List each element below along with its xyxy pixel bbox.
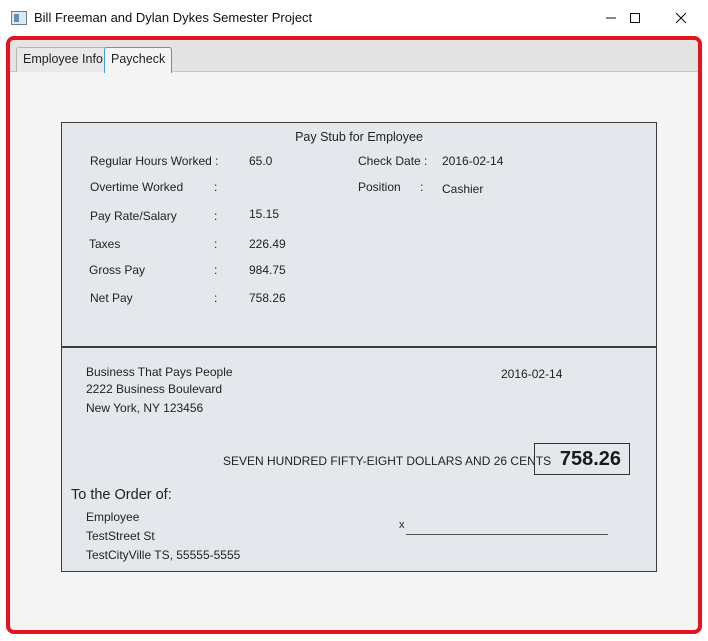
net-pay-label: Net Pay xyxy=(90,291,133,305)
taxes-label: Taxes xyxy=(89,237,121,251)
app-window-icon xyxy=(11,11,27,25)
position-colon: : xyxy=(420,180,424,194)
pay-stub-panel: Pay Stub for Employee Regular Hours Work… xyxy=(61,122,657,347)
net-pay-colon: : xyxy=(214,291,218,305)
payee-name: Employee xyxy=(86,510,140,524)
overtime-label: Overtime Worked xyxy=(90,180,184,194)
overtime-colon: : xyxy=(214,180,218,194)
payee-street: TestStreet St xyxy=(86,529,155,543)
pay-rate-colon: : xyxy=(214,209,218,223)
window-body: Employee Info Paycheck Pay Stub for Empl… xyxy=(6,36,702,634)
amount-box: 758.26 xyxy=(534,443,630,475)
amount-in-words: SEVEN HUNDRED FIFTY-EIGHT DOLLARS AND 26… xyxy=(223,454,552,468)
gross-pay-label: Gross Pay xyxy=(89,263,146,277)
business-name: Business That Pays People xyxy=(86,365,233,379)
position-value: Cashier xyxy=(442,182,484,196)
window-title: Bill Freeman and Dylan Dykes Semester Pr… xyxy=(34,10,313,25)
maximize-icon xyxy=(630,13,640,23)
gross-pay-value: 984.75 xyxy=(249,263,286,277)
taxes-colon: : xyxy=(214,237,218,251)
order-label: To the Order of: xyxy=(71,487,172,503)
regular-hours-value: 65.0 xyxy=(249,154,273,168)
gross-pay-colon: : xyxy=(214,263,218,277)
check-date: 2016-02-14 xyxy=(501,367,563,381)
maximize-button[interactable] xyxy=(612,0,658,36)
check-date-label: Check Date : xyxy=(358,154,428,168)
regular-hours-label: Regular Hours Worked : xyxy=(90,154,219,168)
pay-rate-value: 15.15 xyxy=(249,207,280,221)
business-city: New York, NY 123456 xyxy=(86,401,204,415)
pay-rate-label: Pay Rate/Salary xyxy=(90,209,177,223)
close-icon xyxy=(675,12,687,24)
payee-city: TestCityVille TS, 55555-5555 xyxy=(86,548,241,562)
taxes-value: 226.49 xyxy=(249,237,286,251)
close-button[interactable] xyxy=(658,0,704,36)
tab-paycheck[interactable]: Paycheck xyxy=(104,47,173,73)
position-label: Position xyxy=(358,180,401,194)
title-bar: Bill Freeman and Dylan Dykes Semester Pr… xyxy=(0,0,708,36)
tab-bar: Employee Info Paycheck xyxy=(10,40,698,73)
tab-employee-info[interactable]: Employee Info xyxy=(16,47,110,72)
check-panel: Business That Pays People 2222 Business … xyxy=(61,347,657,572)
business-street: 2222 Business Boulevard xyxy=(86,382,223,396)
signature-mark: x xyxy=(399,519,405,531)
check-date-value: 2016-02-14 xyxy=(442,154,504,168)
net-pay-value: 758.26 xyxy=(249,291,286,305)
pay-stub-heading: Pay Stub for Employee xyxy=(295,130,423,144)
signature-line xyxy=(406,534,608,535)
